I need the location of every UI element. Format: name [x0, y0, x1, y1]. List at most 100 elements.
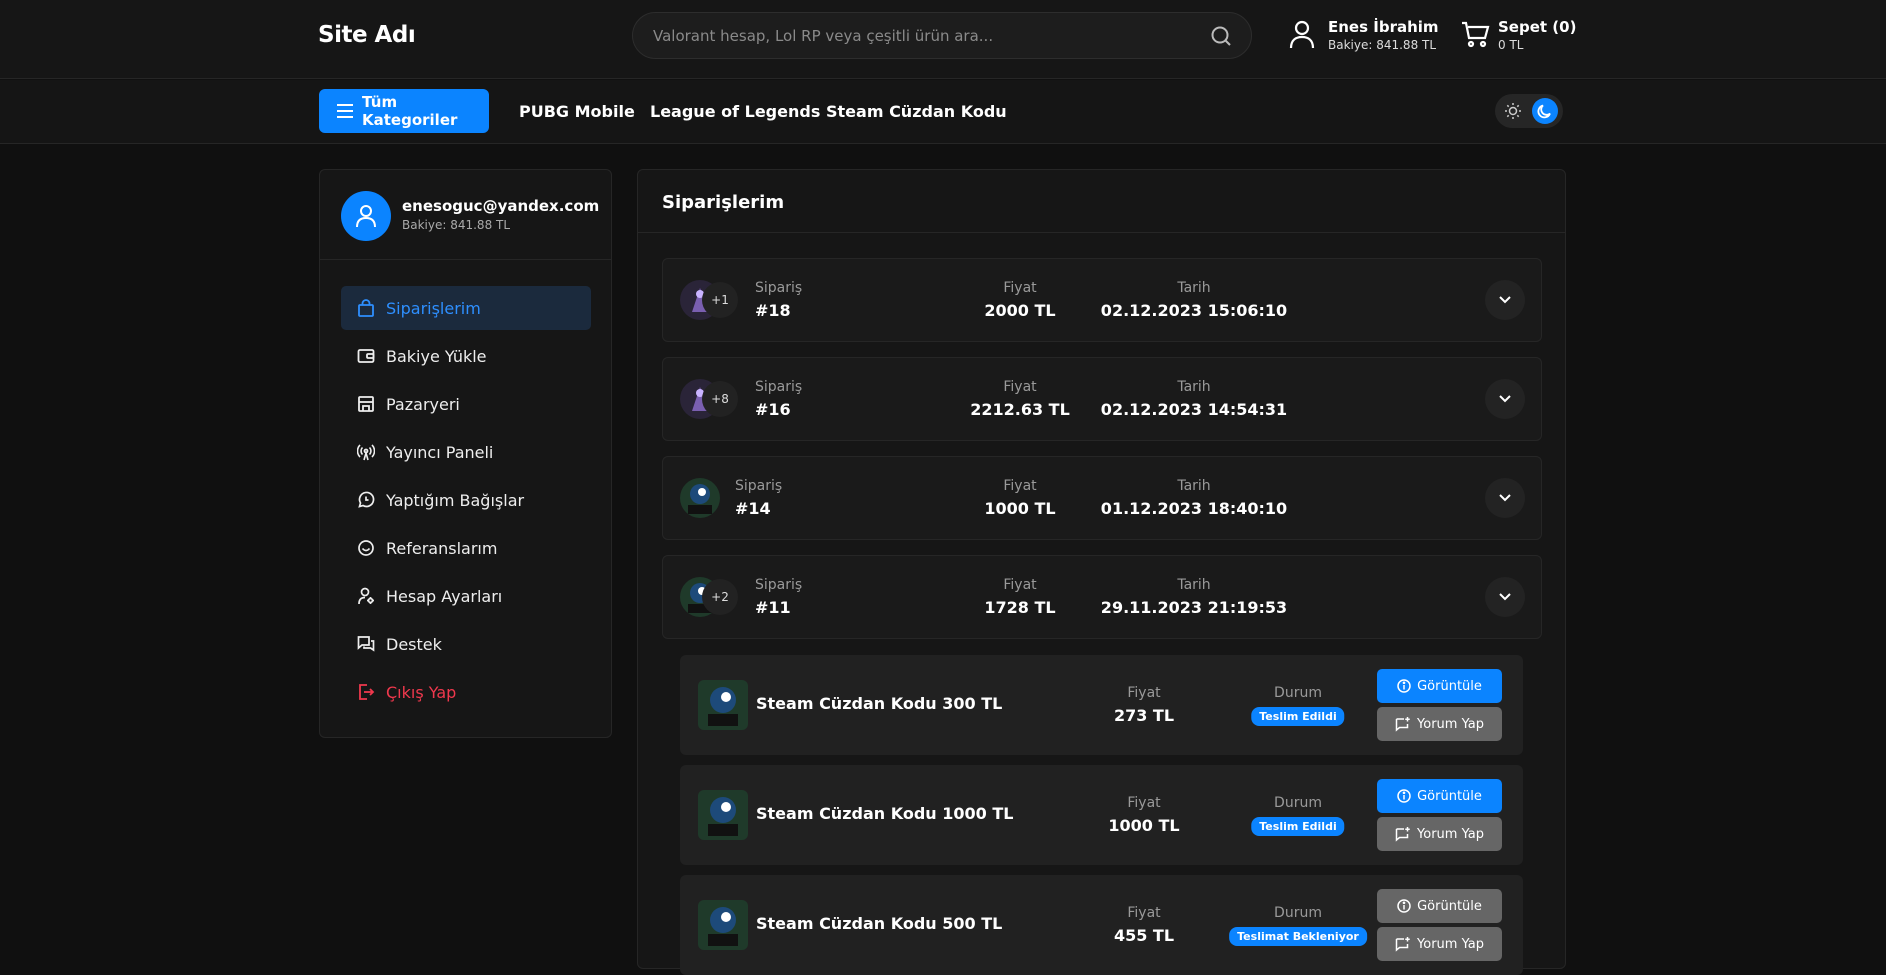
sidebar-item-label: Destek — [386, 634, 442, 654]
date-label: Tarih — [1177, 577, 1211, 593]
chat-icon — [356, 634, 376, 654]
product-image — [698, 680, 748, 730]
sidebar-item-marketplace[interactable]: Pazaryeri — [341, 382, 591, 426]
account-menu: Siparişlerim Bakiye Yükle Pazaryeri Yayı… — [341, 286, 591, 718]
order-price: 2212.63 TL — [970, 400, 1070, 419]
item-price: 273 TL — [1113, 706, 1175, 725]
chevron-down-icon — [1498, 592, 1512, 602]
sidebar-item-support[interactable]: Destek — [341, 622, 591, 666]
search-bar[interactable] — [632, 12, 1252, 59]
info-icon — [1397, 899, 1411, 913]
cart-total: 0 TL — [1498, 38, 1524, 52]
date-label: Tarih — [1177, 379, 1211, 395]
comment-add-icon — [1395, 826, 1411, 842]
order-row[interactable]: Sipariş #14 Fiyat 1000 TL Tarih 01.12.20… — [662, 456, 1542, 540]
sidebar-item-donations[interactable]: Yaptığım Bağışlar — [341, 478, 591, 522]
status-badge: Teslim Edildi — [1251, 707, 1345, 726]
more-items-count: +2 — [702, 579, 738, 615]
review-button-label: Yorum Yap — [1417, 716, 1484, 732]
comment-add-icon — [1395, 936, 1411, 952]
view-button-label: Görüntüle — [1417, 788, 1482, 804]
status-badge: Teslimat Bekleniyor — [1229, 927, 1367, 946]
price-label: Fiyat — [1003, 577, 1037, 593]
order-date: 01.12.2023 18:40:10 — [1100, 499, 1288, 518]
price-label: Fiyat — [1127, 685, 1161, 701]
all-categories-button[interactable]: Tüm Kategoriler — [319, 89, 489, 133]
sidebar-item-streamer-panel[interactable]: Yayıncı Paneli — [341, 430, 591, 474]
view-button[interactable]: Görüntüle — [1377, 779, 1502, 813]
order-row[interactable]: +2 Sipariş #11 Fiyat 1728 TL Tarih 29.11… — [662, 555, 1542, 639]
nav-link-steam-wallet-code[interactable]: Steam Cüzdan Kodu — [826, 102, 1007, 121]
user-settings-icon — [356, 586, 376, 606]
expand-toggle[interactable] — [1485, 379, 1525, 419]
price-label: Fiyat — [1127, 905, 1161, 921]
review-button[interactable]: Yorum Yap — [1377, 817, 1502, 851]
top-header: Site Adı Enes İbrahim Bakiye: 841.88 TL … — [0, 0, 1886, 79]
profile-balance: Bakiye: 841.88 TL — [402, 218, 511, 232]
order-thumbnails — [680, 478, 740, 518]
orders-panel: Siparişlerim +1 Sipariş #18 Fiyat 2000 T… — [637, 169, 1566, 975]
comment-add-icon — [1395, 716, 1411, 732]
moon-icon[interactable] — [1532, 98, 1558, 124]
sidebar-item-orders[interactable]: Siparişlerim — [341, 286, 591, 330]
sidebar-item-logout[interactable]: Çıkış Yap — [341, 670, 591, 714]
date-label: Tarih — [1177, 478, 1211, 494]
product-image — [698, 790, 748, 840]
theme-toggle[interactable] — [1495, 94, 1563, 128]
sun-icon[interactable] — [1501, 99, 1525, 123]
item-price: 455 TL — [1113, 926, 1175, 945]
review-button[interactable]: Yorum Yap — [1377, 707, 1502, 741]
search-icon[interactable] — [1209, 24, 1233, 52]
order-row[interactable]: +1 Sipariş #18 Fiyat 2000 TL Tarih 02.12… — [662, 258, 1542, 342]
expand-toggle[interactable] — [1485, 478, 1525, 518]
item-name: Steam Cüzdan Kodu 500 TL — [756, 914, 1003, 933]
product-image — [698, 900, 748, 950]
info-icon — [1397, 679, 1411, 693]
view-button[interactable]: Görüntüle — [1377, 889, 1502, 923]
nav-link-pubg-mobile[interactable]: PUBG Mobile — [519, 102, 635, 121]
sidebar-item-account-settings[interactable]: Hesap Ayarları — [341, 574, 591, 618]
broadcast-icon — [356, 442, 376, 462]
store-icon — [356, 394, 376, 414]
status-badge: Teslim Edildi — [1251, 817, 1345, 836]
sidebar-item-load-balance[interactable]: Bakiye Yükle — [341, 334, 591, 378]
item-price: 1000 TL — [1108, 816, 1180, 835]
item-name: Steam Cüzdan Kodu 1000 TL — [756, 804, 1014, 823]
order-thumbnails: +2 — [680, 577, 740, 617]
order-row[interactable]: +8 Sipariş #16 Fiyat 2212.63 TL Tarih 02… — [662, 357, 1542, 441]
sidebar-item-label: Yayıncı Paneli — [386, 442, 494, 462]
sidebar-item-label: Referanslarım — [386, 538, 498, 558]
order-id: #18 — [755, 301, 791, 320]
avatar — [341, 191, 391, 241]
user-name: Enes İbrahim — [1328, 18, 1439, 36]
all-categories-label: Tüm Kategoriler — [362, 93, 458, 129]
site-logo[interactable]: Site Adı — [318, 22, 416, 48]
order-label: Sipariş — [735, 478, 783, 494]
expand-toggle[interactable] — [1485, 280, 1525, 320]
profile-card: enesoguc@yandex.com Bakiye: 841.88 TL — [320, 170, 611, 260]
hamburger-icon — [336, 103, 354, 119]
divider — [638, 232, 1565, 233]
info-icon — [1397, 789, 1411, 803]
order-date: 02.12.2023 14:54:31 — [1100, 400, 1288, 419]
order-label: Sipariş — [755, 280, 803, 296]
nav-link-league-of-legends[interactable]: League of Legends — [650, 102, 820, 121]
status-label: Durum — [1274, 685, 1322, 701]
collapse-toggle[interactable] — [1485, 577, 1525, 617]
price-label: Fiyat — [1127, 795, 1161, 811]
date-label: Tarih — [1177, 280, 1211, 296]
status-label: Durum — [1274, 905, 1322, 921]
view-button[interactable]: Görüntüle — [1377, 669, 1502, 703]
sidebar-item-label: Siparişlerim — [386, 298, 481, 318]
search-input[interactable] — [653, 25, 1193, 47]
cart-label: Sepet (0) — [1498, 18, 1577, 36]
shopping-bag-icon — [356, 298, 376, 318]
logout-icon — [356, 682, 376, 702]
order-date: 29.11.2023 21:19:53 — [1100, 598, 1288, 617]
review-button[interactable]: Yorum Yap — [1377, 927, 1502, 961]
sidebar-item-references[interactable]: Referanslarım — [341, 526, 591, 570]
more-items-count: +8 — [702, 381, 738, 417]
price-label: Fiyat — [1003, 280, 1037, 296]
order-thumbnails: +8 — [680, 379, 740, 419]
chevron-down-icon — [1498, 394, 1512, 404]
